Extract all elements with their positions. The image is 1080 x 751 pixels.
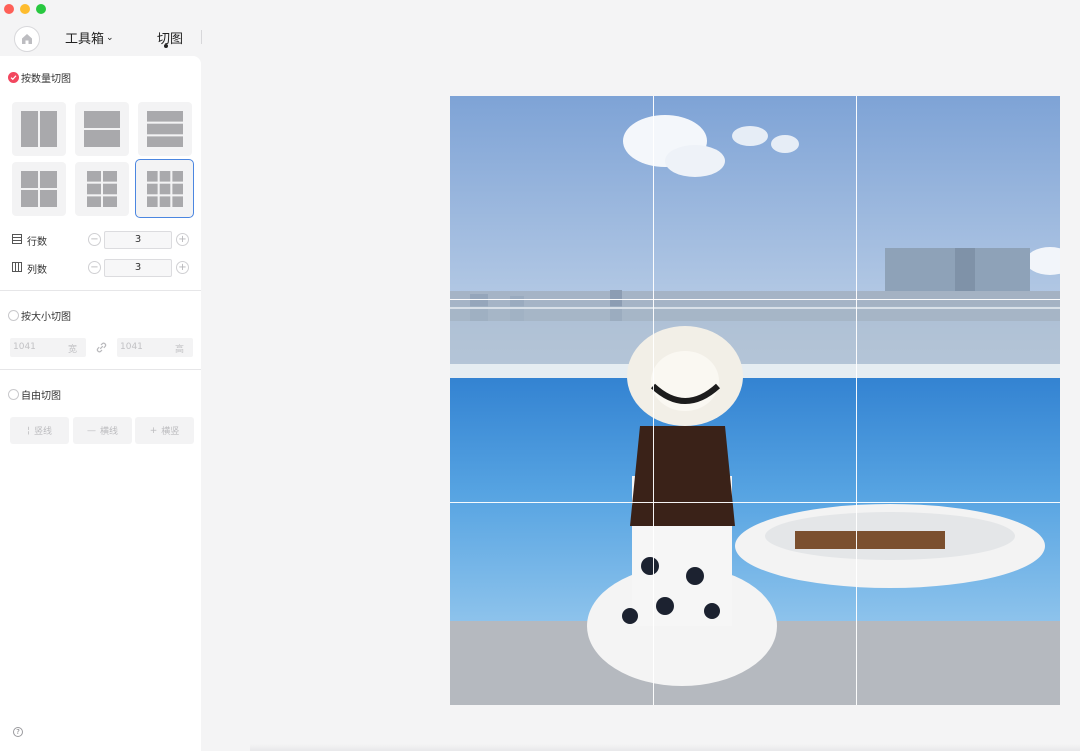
by-count-label: 按数量切图 <box>21 74 71 85</box>
section-divider <box>0 369 201 370</box>
active-tab-indicator <box>164 44 168 48</box>
rows-label: 行数 <box>27 237 47 248</box>
help-icon[interactable]: ? <box>13 727 23 737</box>
image-canvas[interactable] <box>450 96 1060 705</box>
rows-increment-button[interactable]: + <box>176 233 189 246</box>
by-size-radio[interactable] <box>8 310 19 321</box>
grid-guide-vertical[interactable] <box>653 96 654 705</box>
cross-line-button[interactable]: + 横竖 <box>135 417 194 444</box>
close-window-button[interactable] <box>4 4 14 14</box>
columns-increment-button[interactable]: + <box>176 261 189 274</box>
rows-control: 行数 − 3 + <box>12 231 192 249</box>
horizontal-line-icon: — <box>86 425 96 436</box>
rows-icon <box>12 234 22 244</box>
width-placeholder: 1041 <box>13 342 36 352</box>
grid-2x2-icon <box>21 171 57 207</box>
cross-line-icon: + <box>149 425 158 436</box>
layout-2-rows[interactable] <box>75 102 129 156</box>
height-unit: 高 <box>174 345 184 355</box>
grid-3x3-icon <box>146 170 183 207</box>
toolbar-divider <box>201 30 202 44</box>
minimize-window-button[interactable] <box>20 4 30 14</box>
vertical-line-label: 竖线 <box>34 427 53 437</box>
layout-2-columns[interactable] <box>12 102 66 156</box>
three-rows-icon <box>147 111 183 147</box>
title-bar: 工具箱 ⌄ 切图 <box>0 0 1080 56</box>
columns-control: 列数 − 3 + <box>12 259 192 277</box>
home-button[interactable] <box>14 26 40 52</box>
toolbox-menu[interactable]: 工具箱 ⌄ <box>65 28 114 47</box>
free-cut-label: 自由切图 <box>21 391 61 402</box>
horizontal-line-button[interactable]: — 横线 <box>73 417 132 444</box>
check-icon <box>10 75 17 81</box>
section-divider <box>0 290 201 291</box>
layout-3-rows[interactable] <box>138 102 192 156</box>
layout-3x3-grid[interactable] <box>135 159 194 218</box>
height-placeholder: 1041 <box>120 342 143 352</box>
grid-guide-vertical[interactable] <box>856 96 857 705</box>
by-size-label: 按大小切图 <box>21 312 71 323</box>
vertical-line-button[interactable]: ¦ 竖线 <box>10 417 69 444</box>
zoom-window-button[interactable] <box>36 4 46 14</box>
tab-cut-image[interactable]: 切图 <box>157 28 183 47</box>
two-rows-icon <box>84 111 120 147</box>
free-cut-radio[interactable] <box>8 389 19 400</box>
free-cut-option[interactable]: 自由切图 <box>8 387 61 402</box>
two-columns-icon <box>21 111 57 147</box>
by-count-option[interactable]: 按数量切图 <box>8 70 71 85</box>
rows-input[interactable]: 3 <box>104 231 172 249</box>
width-field[interactable]: 1041 宽 <box>10 338 86 357</box>
layout-2x2-grid[interactable] <box>12 162 66 216</box>
grid-guide-horizontal[interactable] <box>450 299 1060 300</box>
width-unit: 宽 <box>67 345 77 355</box>
columns-icon <box>12 262 22 272</box>
columns-label: 列数 <box>27 265 47 276</box>
sidebar: 按数量切图 行数 − 3 + 列数 − 3 + 按大小切图 1041 宽 104… <box>0 56 201 751</box>
grid-guide-horizontal[interactable] <box>450 502 1060 503</box>
canvas-bottom-edge <box>250 744 1080 751</box>
height-field[interactable]: 1041 高 <box>117 338 193 357</box>
columns-input[interactable]: 3 <box>104 259 172 277</box>
layout-options <box>12 102 194 218</box>
grid-2x3-icon <box>87 171 117 207</box>
home-icon <box>22 34 32 44</box>
vertical-line-icon: ¦ <box>26 425 31 436</box>
by-count-radio[interactable] <box>8 72 19 83</box>
rows-decrement-button[interactable]: − <box>88 233 101 246</box>
layout-2x3-grid[interactable] <box>75 162 129 216</box>
cross-line-label: 横竖 <box>161 427 180 437</box>
columns-decrement-button[interactable]: − <box>88 261 101 274</box>
chevron-down-icon: ⌄ <box>106 33 114 43</box>
link-icon[interactable] <box>95 341 108 354</box>
photo-illustration <box>450 96 1060 705</box>
by-size-option[interactable]: 按大小切图 <box>8 308 71 323</box>
toolbox-label: 工具箱 <box>65 32 105 47</box>
horizontal-line-label: 横线 <box>99 427 118 437</box>
